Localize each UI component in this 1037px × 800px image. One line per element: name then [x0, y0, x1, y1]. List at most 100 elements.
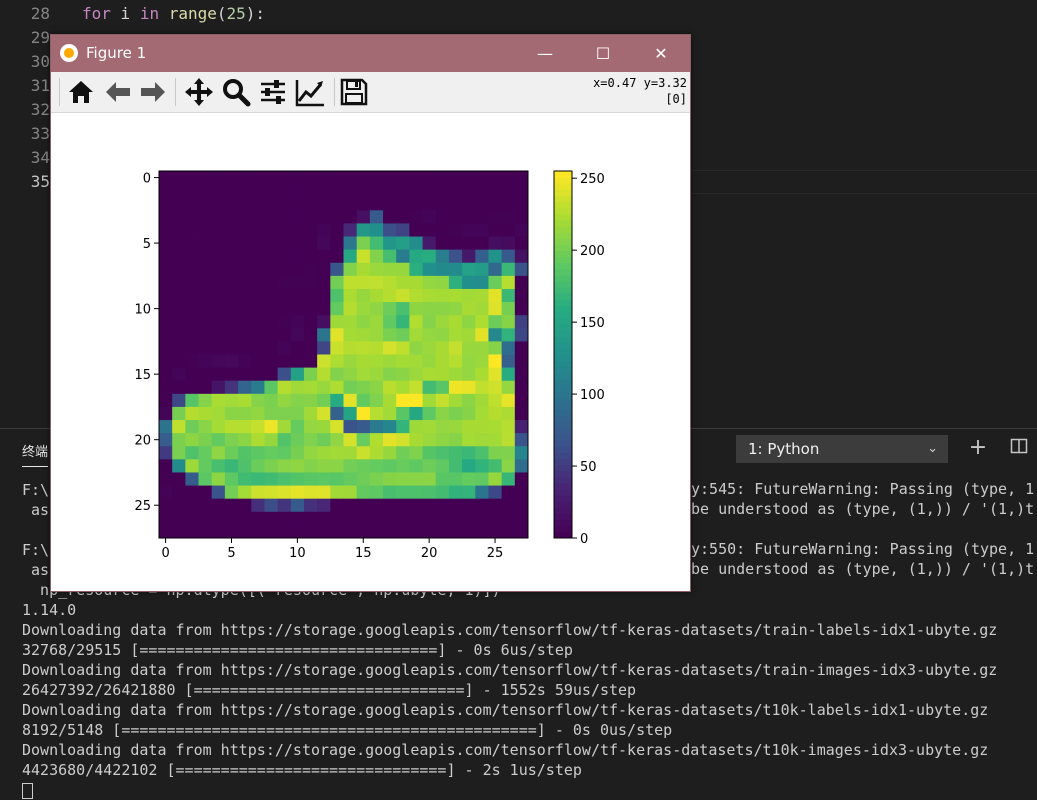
colorbar-segment: [554, 366, 572, 374]
heatmap-cell: [383, 341, 397, 355]
heatmap-cell: [475, 288, 489, 303]
heatmap-cell: [343, 485, 358, 500]
heatmap-cell: [238, 472, 252, 486]
heatmap-cell: [198, 236, 213, 251]
colorbar-segment: [554, 207, 572, 215]
save-button[interactable]: [338, 76, 370, 108]
maximize-button[interactable]: ☐: [574, 35, 632, 72]
heatmap-cell: [448, 328, 463, 342]
heatmap-cell: [238, 197, 252, 211]
heatmap-cell: [277, 315, 292, 329]
heatmap-cell: [211, 524, 226, 539]
heatmap-cell: [211, 380, 226, 395]
back-button[interactable]: [102, 76, 134, 108]
heatmap-cell: [448, 288, 463, 303]
heatmap-cell: [277, 354, 292, 369]
pan-button[interactable]: [183, 76, 215, 108]
close-button[interactable]: ✕: [632, 35, 690, 72]
heatmap-cell: [290, 210, 305, 224]
figure-toolbar: x=0.47 y=3.32 [0]: [51, 72, 690, 113]
heatmap-cell: [501, 433, 516, 447]
heatmap-cell: [383, 498, 397, 513]
heatmap-cell: [343, 433, 358, 447]
heatmap-cell: [290, 393, 305, 408]
terminal-line-fragment: be understood as (type, (1,)) / '(1,)t: [691, 560, 1035, 578]
heatmap-cell: [317, 315, 331, 329]
window-titlebar[interactable]: Figure 1 — ☐ ✕: [51, 35, 690, 72]
minimize-button[interactable]: —: [516, 35, 574, 72]
heatmap-cell: [211, 223, 226, 237]
home-button[interactable]: [65, 76, 97, 108]
terminal-line: Downloading data from https://storage.go…: [22, 661, 998, 679]
heatmap-cell: [343, 262, 358, 277]
figure-window[interactable]: Figure 1 — ☐ ✕ x=0.47 y=3.32 [0] 0 5 10 …: [50, 34, 691, 592]
heatmap-cell: [501, 472, 516, 486]
heatmap-cell: [343, 446, 358, 460]
heatmap-cell: [422, 380, 437, 395]
heatmap-cell: [211, 446, 226, 460]
heatmap-cell: [462, 433, 476, 447]
heatmap-cell: [501, 354, 516, 369]
heatmap-cell: [264, 197, 279, 211]
heatmap-cell: [514, 485, 529, 500]
heatmap-cell: [238, 249, 252, 264]
heatmap-cell: [238, 341, 252, 355]
code-text[interactable]: for i in range(25):: [82, 2, 265, 26]
figure-canvas[interactable]: 0 5 10 15 20 25 0 5 10 15 20 25 0 50 100 150 200 250: [51, 113, 690, 591]
colorbar-segment: [554, 274, 572, 282]
heatmap-cell: [514, 288, 529, 303]
heatmap-cell: [343, 184, 358, 198]
colorbar-segment: [554, 378, 572, 386]
heatmap-cell: [251, 446, 265, 460]
heatmap-cell: [264, 367, 279, 382]
heatmap-cell: [383, 288, 397, 303]
heatmap-cell: [488, 459, 503, 473]
heatmap-cell: [224, 288, 239, 303]
tab-terminal[interactable]: 终端: [22, 441, 49, 467]
heatmap-cell: [356, 524, 371, 539]
colorbar-segment: [554, 385, 572, 392]
heatmap-cell: [303, 459, 318, 473]
heatmap-cell: [238, 446, 252, 460]
heatmap-cell: [211, 341, 226, 355]
heatmap-cell: [488, 171, 503, 185]
heatmap-cell: [409, 498, 423, 513]
heatmap-cell: [475, 367, 489, 382]
heatmap-cell: [224, 210, 239, 224]
heatmap-cell: [330, 511, 344, 526]
heatmap-cell: [514, 380, 529, 395]
colorbar-segment: [554, 287, 572, 294]
heatmap-cell: [290, 524, 305, 539]
heatmap-cell: [369, 498, 384, 513]
heatmap-cell: [303, 420, 318, 434]
heatmap-cell: [343, 511, 358, 526]
heatmap-cell: [409, 367, 423, 382]
heatmap-cell: [435, 210, 450, 224]
forward-button[interactable]: [137, 76, 169, 108]
heatmap-cell: [422, 315, 437, 329]
heatmap-cell: [462, 302, 476, 316]
heatmap-cell: [264, 288, 279, 303]
colorbar-segment: [554, 281, 572, 288]
heatmap-cell: [448, 275, 463, 290]
split-terminal-button[interactable]: [1008, 437, 1030, 459]
heatmap-cell: [475, 328, 489, 342]
terminal-line: 26427392/26421880 [=====================…: [22, 681, 637, 699]
heatmap-cell: [488, 315, 503, 329]
new-terminal-button[interactable]: +: [967, 437, 989, 459]
heatmap-cell: [317, 446, 331, 460]
heatmap-cell: [396, 446, 410, 460]
heatmap-cell: [501, 420, 516, 434]
heatmap-cell: [435, 433, 450, 447]
heatmap-cell: [303, 367, 318, 382]
heatmap-cell: [422, 223, 437, 237]
heatmap-cell: [290, 472, 305, 486]
heatmap-cell: [238, 210, 252, 224]
edit-axes-button[interactable]: [294, 76, 326, 108]
terminal-shell-select[interactable]: 1: Python ⌄: [736, 435, 948, 463]
y-tick-label: 0: [143, 172, 151, 187]
heatmap-cell: [317, 197, 331, 211]
zoom-button[interactable]: [220, 76, 252, 108]
heatmap-cell: [290, 485, 305, 500]
configure-subplots-button[interactable]: [257, 76, 289, 108]
